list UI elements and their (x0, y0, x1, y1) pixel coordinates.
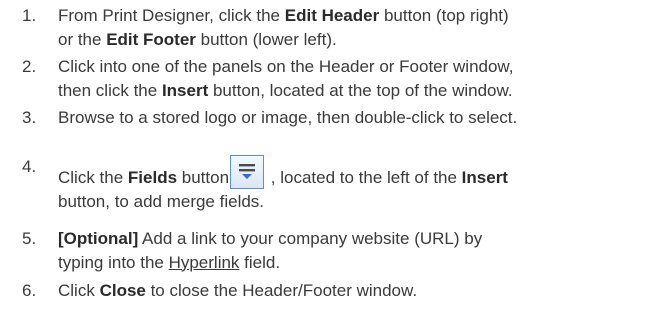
text-run: button (177, 168, 230, 187)
step-text: Click the Fields button , located to the… (58, 155, 658, 213)
text-run: , located to the left of the (266, 168, 462, 187)
step-line: Click the Fields button , located to the… (58, 155, 658, 190)
step-text: [Optional] Add a link to your company we… (58, 227, 658, 274)
text-run: to close the Header/Footer window. (145, 281, 418, 300)
fields-glyph (239, 164, 256, 179)
step-number: 1. (22, 6, 37, 25)
step-number: 6. (22, 281, 37, 300)
fields-glyph-bar (239, 169, 256, 172)
step-line: typing into the Hyperlink field. (58, 251, 658, 275)
step-number: 3. (22, 108, 37, 127)
step-line: From Print Designer, click the Edit Head… (58, 4, 658, 28)
text-run: typing into the (58, 252, 169, 272)
step-line: then click the Insert button, located at… (58, 79, 658, 103)
step-text: Click into one of the panels on the Head… (58, 55, 658, 102)
step-line: [Optional] Add a link to your company we… (58, 227, 658, 251)
text-run: field. (239, 252, 281, 272)
text-run: From Print Designer, click the (58, 6, 285, 25)
step-number: 5. (22, 229, 37, 248)
fields-icon (230, 155, 265, 189)
step-line: Click into one of the panels on the Head… (58, 57, 514, 76)
text-run: button (top right) (379, 6, 509, 25)
step-line: Browse to a stored logo or image, then d… (58, 108, 518, 127)
insert-label: Insert (161, 80, 209, 100)
fields-glyph-arrow (242, 174, 253, 179)
step-line: Click Close to close the Header/Footer w… (58, 279, 658, 303)
step-text: Click Close to close the Header/Footer w… (58, 279, 658, 303)
step-line: or the Edit Footer button (lower left). (58, 28, 658, 52)
fields-label: Fields (127, 168, 178, 187)
step-text: From Print Designer, click the Edit Head… (58, 4, 658, 51)
text-run: button, located at the top of the window… (208, 80, 513, 100)
edit-header-label: Edit Header (284, 6, 380, 25)
text-run: Click the (58, 168, 128, 187)
edit-footer-label: Edit Footer (106, 29, 196, 49)
optional-label: [Optional] (58, 229, 139, 248)
step-line: button, to add merge fields. (58, 191, 265, 211)
text-run: Add a link to your company website (URL)… (138, 229, 483, 248)
step-text: Browse to a stored logo or image, then d… (58, 106, 658, 130)
text-run: or the (58, 29, 107, 49)
text-run: Click (58, 281, 100, 300)
fields-glyph-bar (239, 164, 256, 167)
insert-label: Insert (461, 168, 508, 187)
step-number: 2. (22, 57, 37, 76)
step-number: 4. (22, 157, 37, 176)
text-run: button (lower left). (195, 29, 337, 49)
hyperlink-label: Hyperlink (168, 252, 240, 272)
close-label: Close (99, 281, 146, 300)
text-run: then click the (58, 80, 162, 100)
